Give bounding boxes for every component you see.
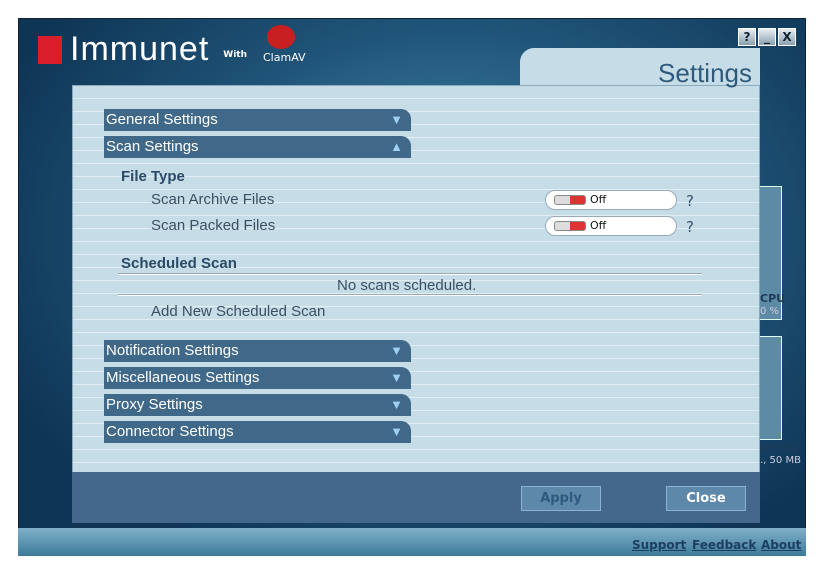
toggle-switch-icon [554, 195, 586, 205]
divider [118, 273, 702, 275]
scheduled-scan-heading: Scheduled Scan [121, 255, 237, 272]
minimize-button[interactable]: _ [758, 28, 776, 46]
cpu-label: CPU [760, 292, 786, 305]
scan-archive-help[interactable]: ? [686, 192, 694, 210]
chevron-down-icon: ▼ [390, 343, 403, 358]
bottom-bar [18, 528, 806, 556]
section-connector-settings[interactable]: Connector Settings ▼ [104, 421, 411, 443]
section-label: Miscellaneous Settings [106, 369, 260, 386]
scan-archive-label: Scan Archive Files [151, 191, 275, 208]
memory-label: emory [760, 441, 800, 454]
scan-packed-help[interactable]: ? [686, 218, 694, 236]
memory-meter [758, 336, 782, 440]
apply-button[interactable]: Apply [521, 486, 601, 511]
feedback-link[interactable]: Feedback [692, 538, 756, 552]
chevron-down-icon: ▼ [390, 397, 403, 412]
section-label: Connector Settings [106, 423, 234, 440]
close-button[interactable]: Close [666, 486, 746, 511]
close-window-button[interactable]: X [778, 28, 796, 46]
add-scheduled-scan-link[interactable]: Add New Scheduled Scan [151, 303, 325, 320]
clamav-text: ClamAV [263, 51, 306, 64]
cpu-value: 0 % [760, 306, 780, 317]
section-notification-settings[interactable]: Notification Settings ▼ [104, 340, 411, 362]
with-text: With [223, 50, 247, 60]
logo: Immunet With ClamAV [38, 25, 306, 68]
file-type-heading: File Type [121, 168, 185, 185]
memory-value: ., 50 MB [760, 455, 801, 466]
scan-packed-label: Scan Packed Files [151, 217, 276, 234]
no-scans-text: No scans scheduled. [337, 277, 477, 294]
dialog-title: Settings [658, 58, 752, 88]
logo-mark [38, 36, 62, 64]
about-link[interactable]: About [761, 538, 801, 552]
section-scan-settings[interactable]: Scan Settings ▲ [104, 136, 411, 158]
section-miscellaneous-settings[interactable]: Miscellaneous Settings ▼ [104, 367, 411, 389]
scan-archive-toggle[interactable]: Off [545, 190, 677, 210]
divider [118, 294, 702, 296]
section-general-settings[interactable]: General Settings ▼ [104, 109, 411, 131]
help-button[interactable]: ? [738, 28, 756, 46]
clamav-logo: ClamAV [263, 25, 306, 64]
dialog-footer [72, 472, 760, 523]
section-label: General Settings [106, 111, 218, 128]
chevron-down-icon: ▼ [390, 370, 403, 385]
section-label: Proxy Settings [106, 396, 203, 413]
scan-packed-toggle[interactable]: Off [545, 216, 677, 236]
logo-text: Immunet [70, 30, 210, 68]
chevron-up-icon: ▲ [390, 139, 403, 154]
toggle-state: Off [590, 193, 607, 206]
chevron-down-icon: ▼ [390, 112, 403, 127]
support-link[interactable]: Support [632, 538, 686, 552]
section-label: Scan Settings [106, 138, 199, 155]
section-proxy-settings[interactable]: Proxy Settings ▼ [104, 394, 411, 416]
clamav-devil-icon [267, 25, 295, 49]
toggle-switch-icon [554, 221, 586, 231]
toggle-state: Off [590, 219, 607, 232]
section-label: Notification Settings [106, 342, 239, 359]
chevron-down-icon: ▼ [390, 424, 403, 439]
